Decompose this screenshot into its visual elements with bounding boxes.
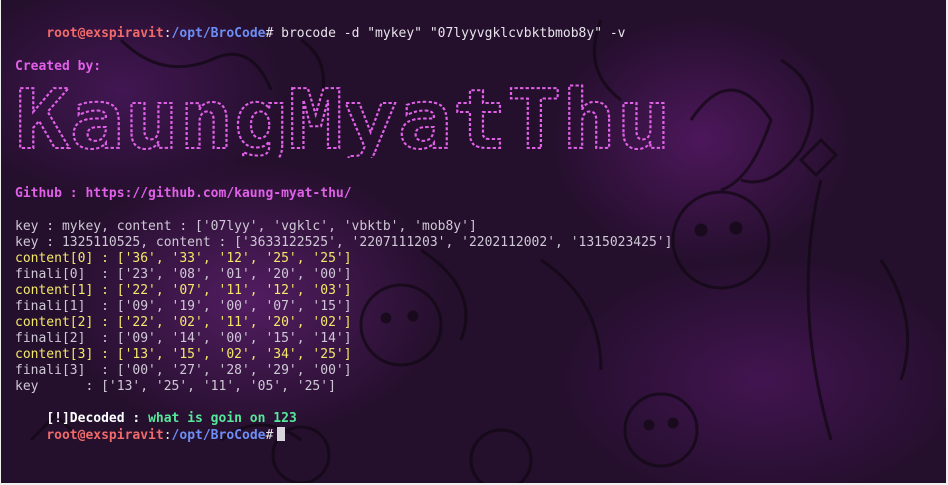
content-line-0: content[0] : ['36', '33', '12', '25', '2… xyxy=(15,251,352,266)
text-cursor[interactable] xyxy=(277,427,286,441)
prompt-separator: : xyxy=(163,26,172,41)
command-text: brocode -d "mykey" "07lyyvgklcvbktbmob8y… xyxy=(273,26,626,41)
prompt-path: /opt/BroCode xyxy=(171,428,266,443)
key-line-2: key : 1325110525, content : ['3633122525… xyxy=(15,235,673,250)
finali-line-3: finali[3] : ['00', '27', '28', '29', '00… xyxy=(15,363,352,378)
banner-text: KaungMyatThu xyxy=(15,84,671,158)
finali-line-1: finali[1] : ['09', '19', '00', '07', '15… xyxy=(15,299,352,314)
prompt-user: root@exspiravit xyxy=(46,26,164,41)
key-final-line: key : ['13', '25', '11', '05', '25'] xyxy=(15,379,336,394)
command-line: root@exspiravit:/opt/BroCode# brocode -d… xyxy=(15,10,626,58)
created-by-label: Created by: xyxy=(15,59,102,74)
prompt-separator: : xyxy=(163,428,172,443)
ascii-banner: KaungMyatThu xyxy=(15,84,672,158)
content-line-1: content[1] : ['22', '07', '11', '12', '0… xyxy=(15,283,352,298)
prompt-path: /opt/BroCode xyxy=(171,26,266,41)
content-line-2: content[2] : ['22', '02', '11', '20', '0… xyxy=(15,315,352,330)
terminal-window[interactable]: root@exspiravit:/opt/BroCode# brocode -d… xyxy=(1,0,946,483)
finali-line-0: finali[0] : ['23', '08', '01', '20', '00… xyxy=(15,267,352,282)
github-line: Github : https://github.com/kaung-myat-t… xyxy=(15,186,352,201)
content-line-3: content[3] : ['13', '15', '02', '34', '2… xyxy=(15,347,352,362)
prompt-symbol: # xyxy=(265,428,274,443)
finali-line-2: finali[2] : ['09', '14', '00', '15', '14… xyxy=(15,331,352,346)
prompt-user: root@exspiravit xyxy=(46,428,164,443)
prompt-line[interactable]: root@exspiravit:/opt/BroCode# xyxy=(15,411,286,460)
key-line-1: key : mykey, content : ['07lyy', 'vgklc'… xyxy=(15,219,477,234)
